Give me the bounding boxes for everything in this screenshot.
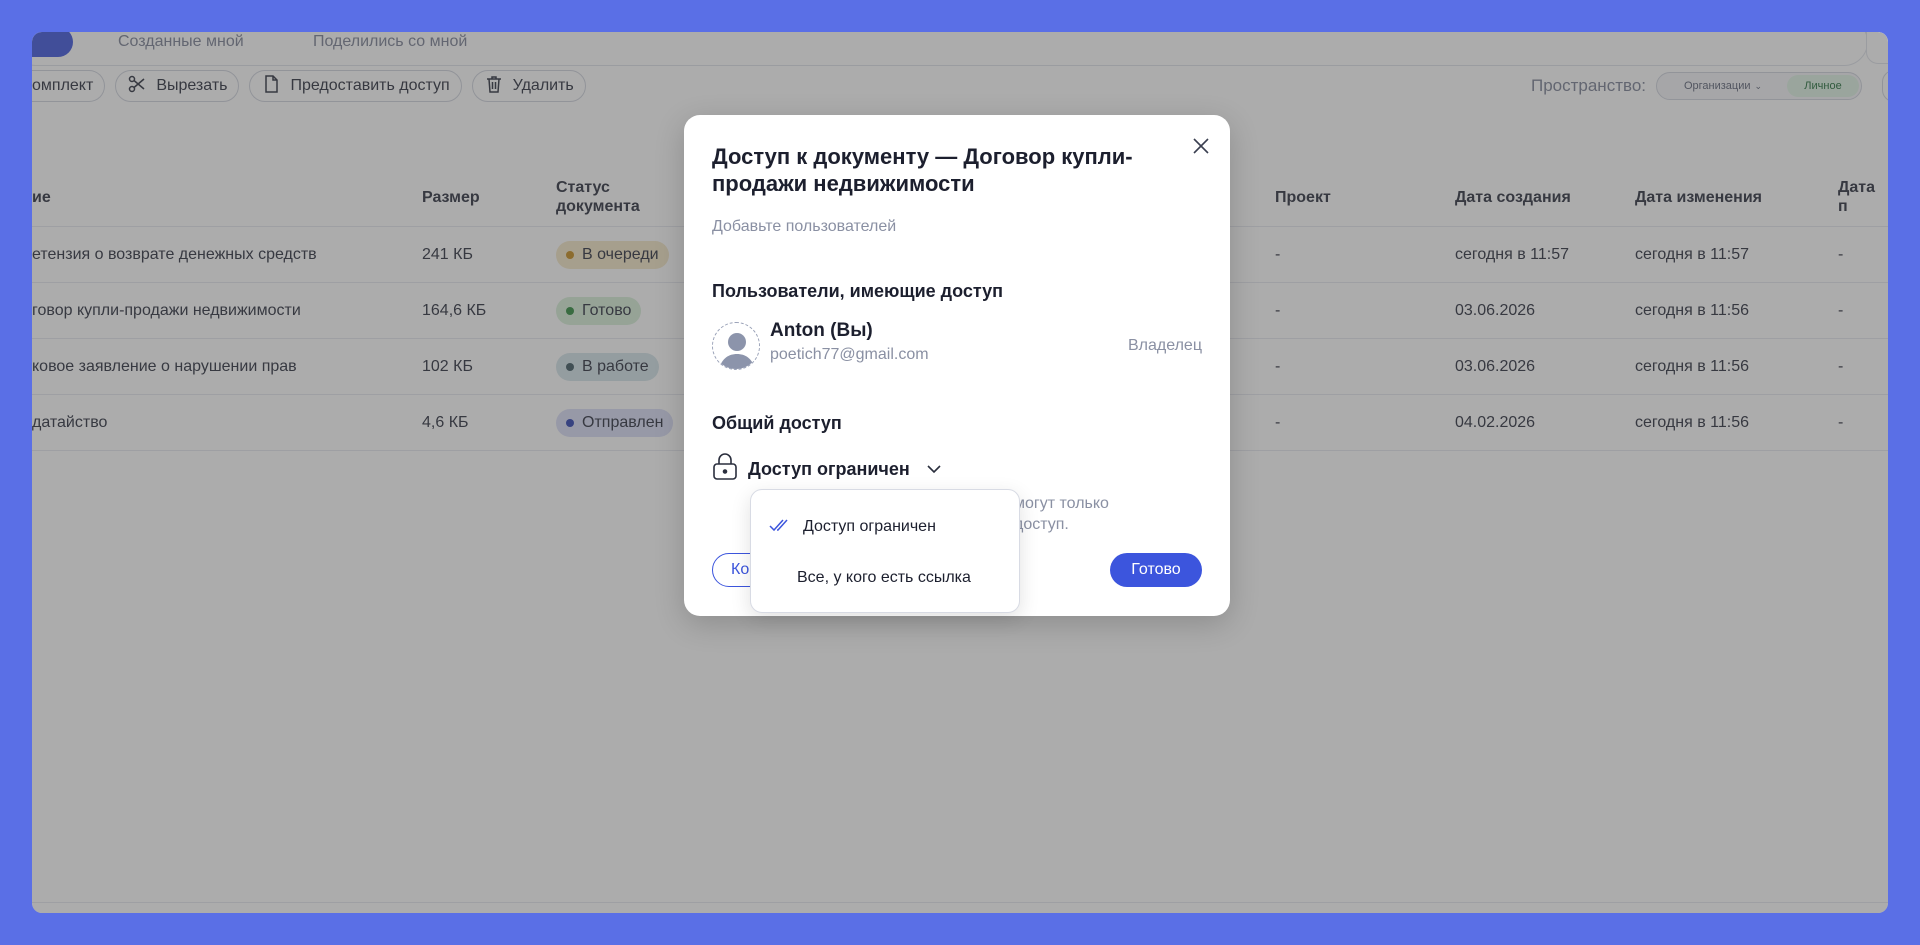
dropdown-option-anyone-with-link[interactable]: Все, у кого есть ссылка — [797, 563, 971, 593]
user-entry: Anton (Вы) poetich77@gmail.com Владелец — [712, 320, 1202, 372]
avatar — [712, 322, 760, 370]
add-users-input[interactable]: Добавьте пользователей — [712, 218, 896, 236]
close-icon[interactable] — [1188, 133, 1214, 159]
chevron-down-icon — [926, 461, 942, 479]
general-access-title: Общий доступ — [712, 413, 842, 433]
user-email: poetich77@gmail.com — [770, 346, 929, 363]
done-button[interactable]: Готово — [1110, 553, 1202, 587]
access-selector[interactable]: Доступ ограничен — [712, 453, 942, 486]
lock-icon — [712, 453, 738, 486]
user-name: Anton (Вы) — [770, 320, 873, 341]
access-dropdown-menu: Доступ ограничен Все, у кого есть ссылка — [750, 489, 1020, 613]
access-description: могут только доступ. — [1014, 495, 1109, 533]
user-role: Владелец — [1127, 337, 1202, 354]
double-check-icon — [769, 518, 791, 537]
dialog-title: Доступ к документу — Договор купли-прода… — [712, 144, 1133, 196]
users-section-title: Пользователи, имеющие доступ — [712, 281, 1004, 301]
option-label: Все, у кого есть ссылка — [797, 569, 971, 586]
access-value: Доступ ограничен — [748, 459, 910, 479]
dropdown-option-restricted[interactable]: Доступ ограничен — [769, 512, 936, 542]
option-label: Доступ ограничен — [803, 518, 936, 535]
